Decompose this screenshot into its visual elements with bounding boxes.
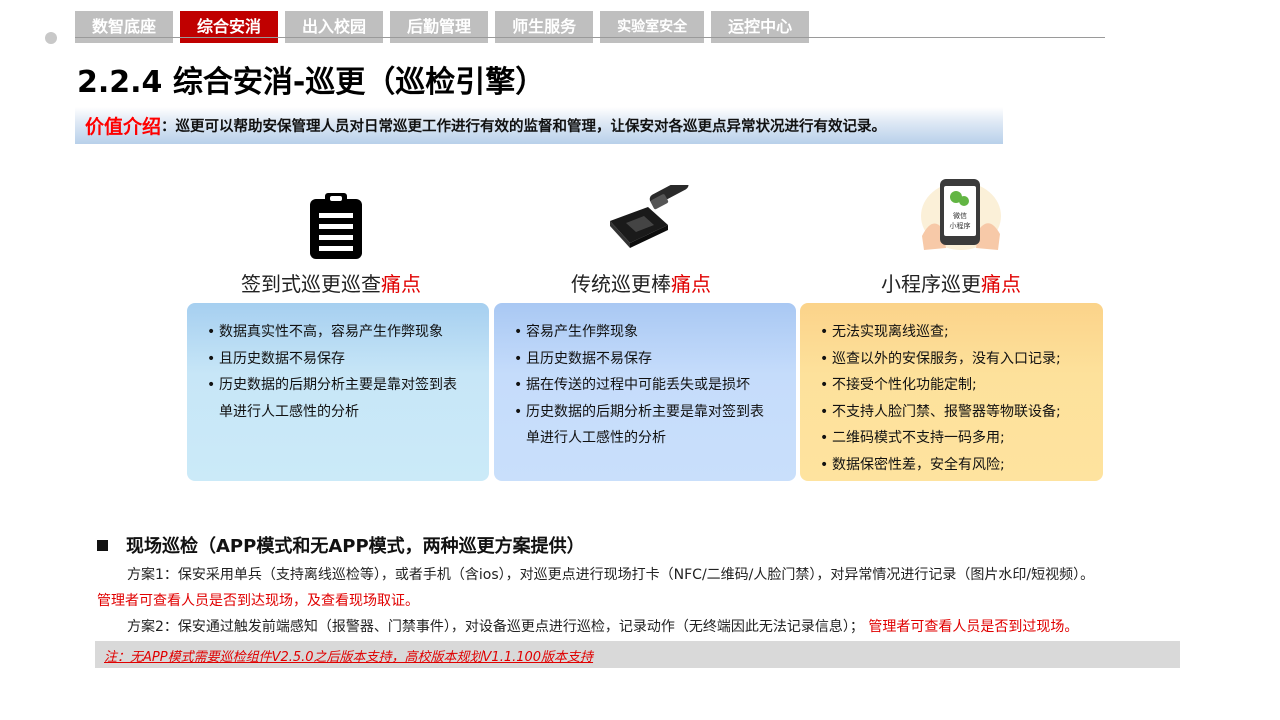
section-heading: 现场巡检（APP模式和无APP模式，两种巡更方案提供）: [97, 532, 585, 558]
list-item: 且历史数据不易保存: [207, 346, 479, 373]
list-item-continuation: 单进行人工感性的分析: [219, 403, 359, 420]
decorative-dot: [45, 32, 57, 44]
note-text: 注：无APP模式需要巡检组件V2.5.0之后版本支持，高校版本规划V1.1.10…: [104, 650, 594, 665]
page-title: 2.2.4 综合安消-巡更（巡检引擎）: [77, 65, 546, 100]
tab-shuzhi-dizuo[interactable]: 数智底座: [75, 11, 174, 43]
plan1-text: 方案1：保安采用单兵（支持离线巡检等），或者手机（含ios），对巡更点进行现场打…: [127, 567, 1095, 583]
phone-label-miniprogram: 小程序: [950, 221, 971, 230]
section-heading-text: 现场巡检（APP模式和无APP模式，两种巡更方案提供）: [126, 536, 585, 557]
note-bar: 注：无APP模式需要巡检组件V2.5.0之后版本支持，高校版本规划V1.1.10…: [95, 641, 1180, 668]
wechat-miniprogram-icon: 微信 小程序: [918, 176, 1004, 254]
col-title-signin-pain: 痛点: [381, 272, 421, 296]
painpoint-card-stick: 容易产生作弊现象 且历史数据不易保存 据在传送的过程中可能丢失或是损坏 历史数据…: [494, 303, 796, 481]
list-item: 容易产生作弊现象: [514, 319, 786, 346]
col-title-stick: 传统巡更棒痛点: [571, 268, 711, 297]
phone-label-weixin: 微信: [953, 211, 967, 220]
tab-shiyanshi-anquan[interactable]: 实验室安全: [600, 11, 705, 43]
square-bullet-icon: [97, 539, 108, 551]
plan1-red-text: 管理者可查看人员是否到达现场，及查看现场取证。: [97, 593, 419, 609]
painpoint-card-signin: 数据真实性不高，容易产生作弊现象 且历史数据不易保存 历史数据的后期分析主要是靠…: [187, 303, 489, 481]
plan2-line: 方案2：保安通过触发前端感知（报警器、门禁事件），对设备巡更点进行巡检，记录动作…: [127, 616, 1078, 636]
list-item: 且历史数据不易保存: [514, 346, 786, 373]
plan2-red-text: 管理者可查看人员是否到过现场。: [868, 619, 1079, 635]
tab-houqin-guanli[interactable]: 后勤管理: [390, 11, 489, 43]
top-tab-bar: 数智底座 综合安消 出入校园 后勤管理 师生服务 实验室安全 运控中心: [75, 11, 810, 43]
painpoint-card-miniprogram: 无法实现离线巡查; 巡查以外的安保服务，没有入口记录; 不接受个性化功能定制; …: [800, 303, 1103, 481]
list-item: 巡查以外的安保服务，没有入口记录;: [820, 346, 1093, 373]
list-item: 历史数据的后期分析主要是靠对签到表: [514, 399, 786, 426]
col-title-miniprogram: 小程序巡更痛点: [881, 268, 1021, 297]
value-intro-text: ：巡更可以帮助安保管理人员对日常巡更工作进行有效的监督和管理，让保安对各巡更点异…: [161, 119, 887, 135]
tab-churu-xiaoyuan[interactable]: 出入校园: [285, 11, 384, 43]
col-title-stick-pain: 痛点: [671, 272, 711, 296]
value-intro-bar: 价值介绍 ：巡更可以帮助安保管理人员对日常巡更工作进行有效的监督和管理，让保安对…: [75, 107, 1003, 144]
col-title-stick-text: 传统巡更棒: [571, 272, 671, 296]
plan2-text: 方案2：保安通过触发前端感知（报警器、门禁事件），对设备巡更点进行巡检，记录动作…: [127, 619, 864, 635]
patrol-stick-icon: [604, 185, 694, 255]
list-item: 历史数据的后期分析主要是靠对签到表: [207, 372, 479, 399]
value-intro-label: 价值介绍: [85, 116, 162, 138]
list-item: 数据真实性不高，容易产生作弊现象: [207, 319, 479, 346]
tab-yunkong-zhongxin[interactable]: 运控中心: [711, 11, 810, 43]
list-item-continuation: 单进行人工感性的分析: [526, 430, 666, 446]
col-title-signin: 签到式巡更巡查痛点: [241, 268, 421, 297]
list-item: 据在传送的过程中可能丢失或是损坏: [514, 372, 786, 399]
list-item: 无法实现离线巡查;: [820, 319, 1093, 346]
col-title-miniprogram-pain: 痛点: [981, 272, 1021, 296]
list-item: 不支持人脸门禁、报警器等物联设备;: [820, 399, 1093, 426]
tab-zonghe-anxiao[interactable]: 综合安消: [180, 11, 279, 43]
col-title-signin-text: 签到式巡更巡查: [241, 272, 381, 296]
list-item: 数据保密性差，安全有风险;: [820, 452, 1093, 479]
col-title-miniprogram-text: 小程序巡更: [881, 272, 981, 296]
tab-shisheng-fuwu[interactable]: 师生服务: [495, 11, 594, 43]
tab-divider: [75, 37, 1105, 38]
clipboard-icon: [306, 190, 366, 262]
list-item: 不接受个性化功能定制;: [820, 372, 1093, 399]
list-item: 二维码模式不支持一码多用;: [820, 425, 1093, 452]
